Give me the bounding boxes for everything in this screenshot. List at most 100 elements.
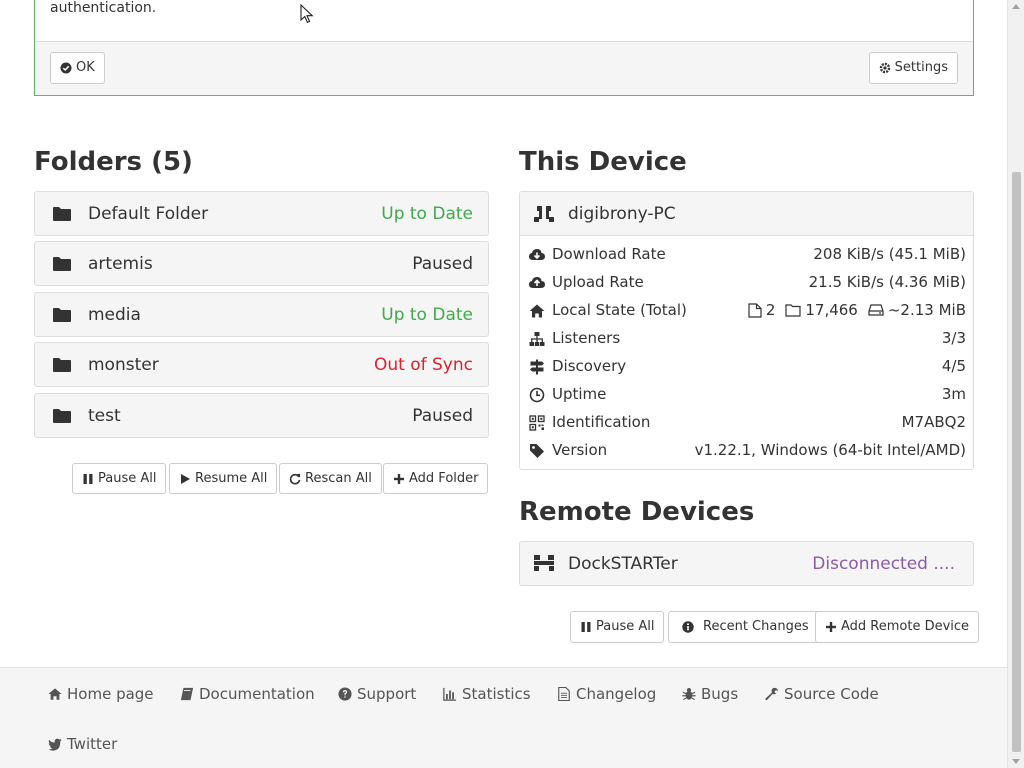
upload-rate-label: Upload Rate xyxy=(552,273,644,291)
folder-status: Out of Sync xyxy=(374,355,473,375)
discovery-label: Discovery xyxy=(552,357,627,375)
rescan-all-label: Rescan All xyxy=(305,470,372,486)
info-circle-icon xyxy=(682,621,694,633)
folder-row-artemis[interactable]: artemis Paused xyxy=(34,241,489,286)
clock-icon xyxy=(529,387,545,403)
gear-icon xyxy=(879,62,890,74)
cloud-upload-icon xyxy=(529,277,545,288)
notice-footer: OK Settings xyxy=(35,41,973,95)
folder-icon xyxy=(53,257,71,271)
download-rate-row: Download Rate 208 KiB/s (45.1 MiB) xyxy=(520,241,973,269)
uptime-row: Uptime 3m xyxy=(520,381,973,409)
pause-all-folders-button[interactable]: Pause All xyxy=(72,463,167,494)
remote-devices-title: Remote Devices xyxy=(519,497,755,527)
local-state-row: Local State (Total) 2 17,466 ~2.13 MiB xyxy=(520,297,973,325)
this-device-header[interactable]: digibrony-PC xyxy=(520,192,973,236)
footer-link-label: Bugs xyxy=(701,685,739,703)
remote-device-status: Disconnected .... xyxy=(812,554,955,574)
folder-row-media[interactable]: media Up to Date xyxy=(34,292,489,337)
folder-icon xyxy=(53,308,71,322)
notice-text: authentication. xyxy=(50,0,157,16)
listeners-value[interactable]: 3/3 xyxy=(942,329,966,347)
local-size: ~2.13 MiB xyxy=(887,301,966,319)
recent-changes-button[interactable]: Recent Changes xyxy=(668,611,820,643)
resume-all-label: Resume All xyxy=(195,470,268,486)
settings-button-label: Settings xyxy=(894,60,948,75)
footer-link-support[interactable]: Support xyxy=(338,685,416,703)
folder-row-default-folder[interactable]: Default Folder Up to Date xyxy=(34,191,489,236)
local-state-label: Local State (Total) xyxy=(552,301,687,319)
footer-link-source-code[interactable]: Source Code xyxy=(765,685,879,703)
tag-icon xyxy=(530,444,544,458)
scroll-up-icon[interactable] xyxy=(1012,4,1020,9)
rescan-all-button[interactable]: Rescan All xyxy=(279,463,382,494)
folder-status: Up to Date xyxy=(381,204,473,224)
upload-rate-row: Upload Rate 21.5 KiB/s (4.36 MiB) xyxy=(520,269,973,297)
twitter-icon xyxy=(48,738,62,751)
footer-link-bugs[interactable]: Bugs xyxy=(682,685,738,703)
footer: Home page Documentation Support Statisti… xyxy=(0,667,1007,768)
folder-status: Paused xyxy=(412,254,473,274)
upload-rate-value: 21.5 KiB/s (4.36 MiB) xyxy=(808,273,966,291)
discovery-value[interactable]: 4/5 xyxy=(942,357,966,375)
listeners-row: Listeners 3/3 xyxy=(520,325,973,353)
folder-name: test xyxy=(88,406,121,426)
folder-row-monster[interactable]: monster Out of Sync xyxy=(34,342,489,387)
home-icon xyxy=(48,688,62,700)
pause-all-devices-label: Pause All xyxy=(596,619,655,634)
ok-button-label: OK xyxy=(76,60,95,75)
footer-link-changelog[interactable]: Changelog xyxy=(557,685,656,703)
scroll-down-icon[interactable] xyxy=(1012,759,1020,764)
bar-chart-icon xyxy=(443,687,457,701)
local-state-value: 2 17,466 ~2.13 MiB xyxy=(748,301,966,319)
footer-link-label: Statistics xyxy=(462,685,531,703)
uptime-value: 3m xyxy=(941,385,966,403)
identification-value[interactable]: M7ABQ2 xyxy=(902,413,966,431)
check-circle-icon xyxy=(60,62,72,74)
pause-all-devices-button[interactable]: Pause All xyxy=(570,611,665,643)
resume-all-button[interactable]: Resume All xyxy=(169,463,278,494)
footer-link-label: Source Code xyxy=(784,685,879,703)
file-icon xyxy=(748,302,762,318)
signpost-icon xyxy=(530,359,544,375)
pause-icon xyxy=(83,473,93,484)
ok-button[interactable]: OK xyxy=(50,52,105,84)
book-icon xyxy=(180,687,194,701)
add-remote-device-button[interactable]: Add Remote Device xyxy=(815,611,980,643)
device-identicon-icon xyxy=(534,206,554,222)
notice-panel: authentication. OK Settings xyxy=(34,0,974,96)
plus-icon xyxy=(826,622,836,632)
folder-icon xyxy=(53,409,71,423)
add-folder-label: Add Folder xyxy=(409,470,479,486)
add-remote-device-label: Add Remote Device xyxy=(841,619,970,634)
bug-icon xyxy=(682,688,696,701)
local-folders-count: 17,466 xyxy=(805,301,858,319)
footer-link-documentation[interactable]: Documentation xyxy=(180,685,315,703)
remote-device-row-dockstarter[interactable]: DockSTARTer Disconnected .... xyxy=(519,541,974,586)
question-circle-icon xyxy=(338,687,352,701)
folder-name: Default Folder xyxy=(88,204,209,224)
discovery-row: Discovery 4/5 xyxy=(520,353,973,381)
folder-status: Up to Date xyxy=(381,305,473,325)
footer-link-twitter[interactable]: Twitter xyxy=(48,735,117,753)
plus-icon xyxy=(394,473,404,484)
footer-link-label: Documentation xyxy=(199,685,315,703)
footer-link-home-page[interactable]: Home page xyxy=(48,685,154,703)
footer-link-label: Support xyxy=(357,685,417,703)
scrollbar-thumb[interactable] xyxy=(1012,172,1021,752)
sitemap-icon xyxy=(529,332,545,346)
folder-icon xyxy=(53,358,71,372)
folder-row-test[interactable]: test Paused xyxy=(34,393,489,438)
folders-title: Folders (5) xyxy=(34,147,193,177)
uptime-label: Uptime xyxy=(552,385,607,403)
add-folder-button[interactable]: Add Folder xyxy=(383,463,489,494)
this-device-title: This Device xyxy=(519,147,687,177)
settings-button[interactable]: Settings xyxy=(868,52,958,84)
vertical-scrollbar[interactable] xyxy=(1007,0,1024,768)
footer-link-statistics[interactable]: Statistics xyxy=(443,685,531,703)
this-device-name: digibrony-PC xyxy=(568,204,676,224)
listeners-label: Listeners xyxy=(552,329,621,347)
folder-open-icon xyxy=(785,304,801,317)
file-text-icon xyxy=(558,687,570,701)
hdd-icon xyxy=(868,304,884,316)
